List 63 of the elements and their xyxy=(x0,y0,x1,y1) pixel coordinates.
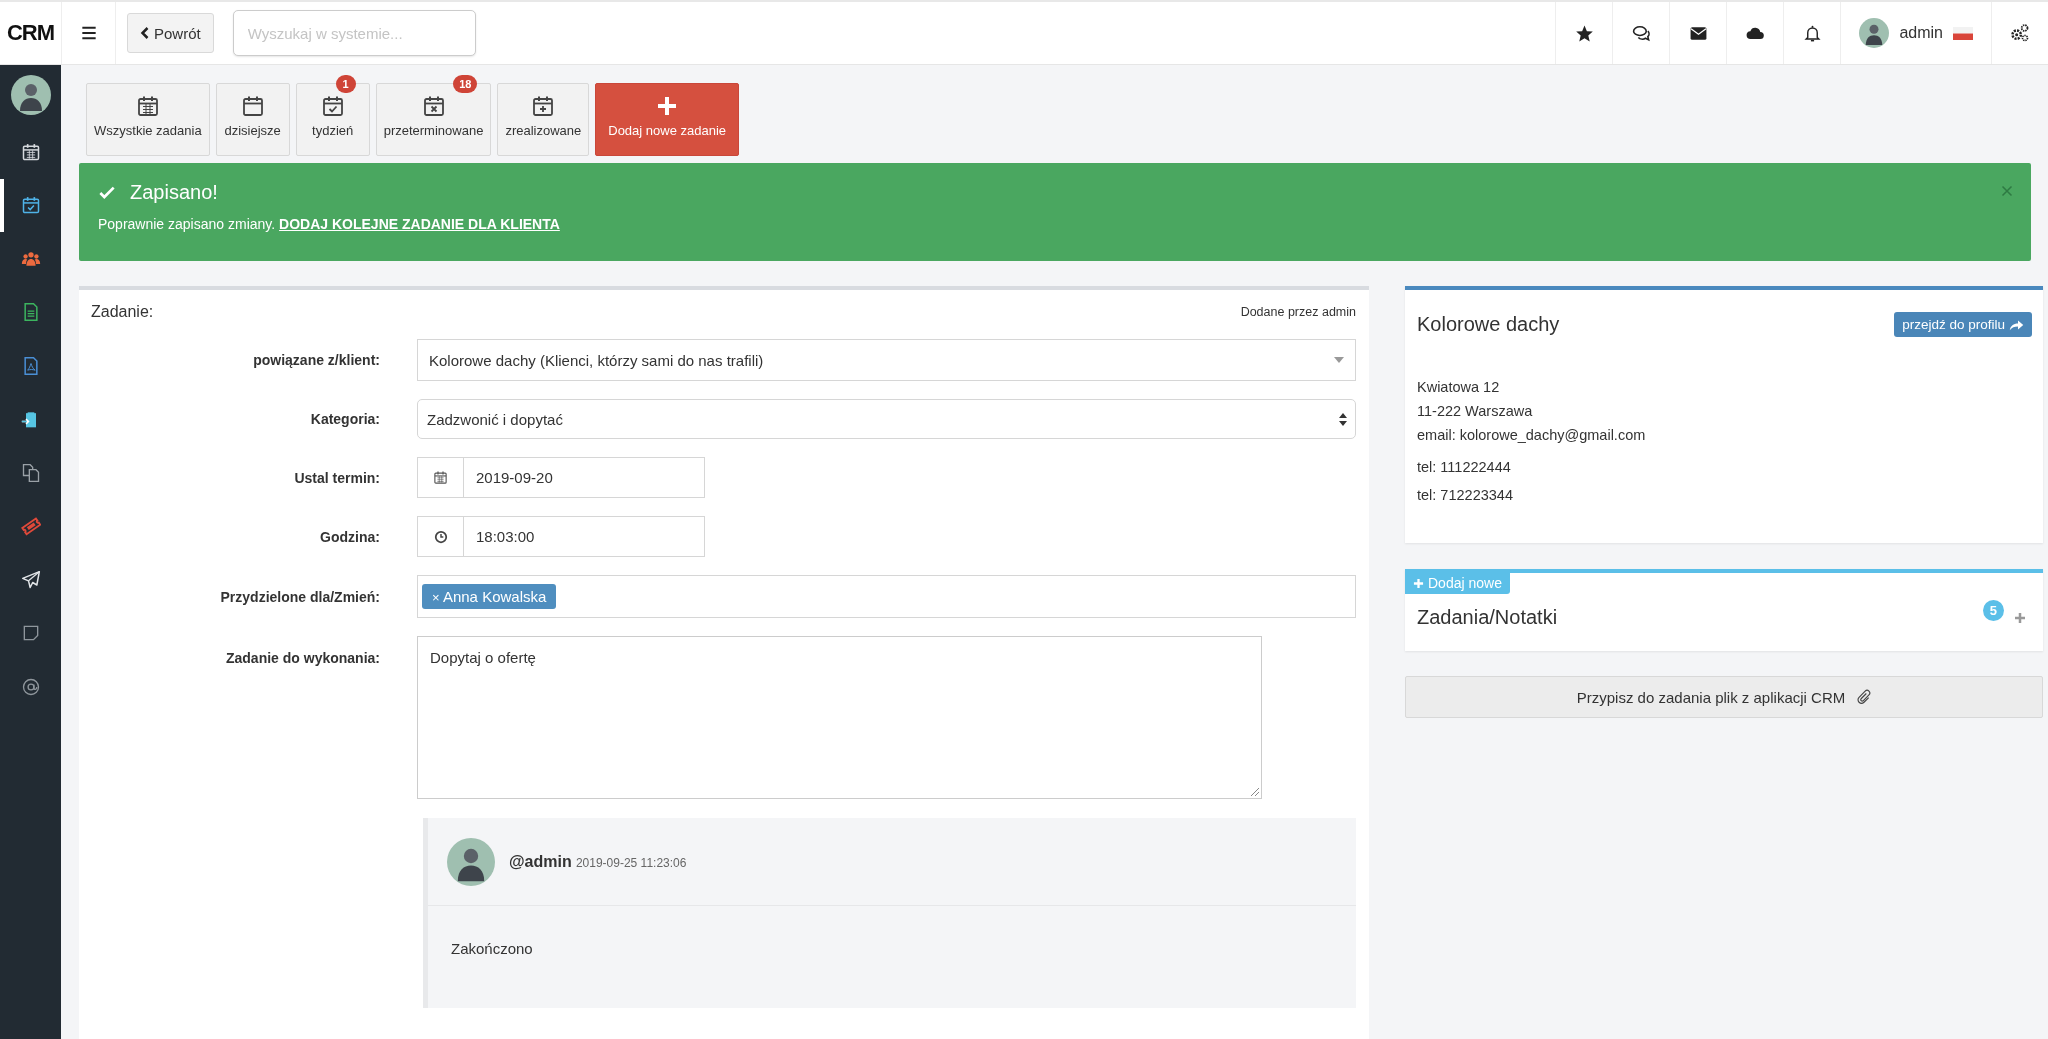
share-arrow-icon xyxy=(2009,318,2024,331)
calendar-icon xyxy=(135,94,160,118)
attach-file-button[interactable]: Przypisz do zadania plik z aplikacji CRM xyxy=(1405,676,2043,718)
field-label: Ustal termin: xyxy=(293,469,380,486)
paperclip-icon xyxy=(1857,689,1872,705)
avatar-icon xyxy=(447,837,495,886)
star-icon xyxy=(1574,23,1594,43)
search-field[interactable]: Wyszukaj w systemie... xyxy=(232,10,476,56)
notes-title: Zadania/Notatki xyxy=(1417,606,1558,629)
added-by-text: Dodane przez admin xyxy=(1240,305,1356,319)
calendar-cross-icon xyxy=(421,94,446,118)
filter-button[interactable]: zrealizowane xyxy=(497,83,590,156)
calendar-check-icon xyxy=(320,94,345,118)
notes-count-badge: 5 xyxy=(1982,599,2004,621)
back-button[interactable]: Powrót xyxy=(127,13,214,53)
avatar-icon xyxy=(1859,18,1890,48)
chevron-left-icon xyxy=(140,26,150,40)
calendar-icon xyxy=(240,94,265,118)
menu-icon xyxy=(79,25,98,41)
brand-logo: CRM xyxy=(0,2,62,64)
plus-icon xyxy=(2014,611,2026,624)
avatar-icon xyxy=(10,75,51,115)
field-label: Kategoria: xyxy=(309,411,380,427)
task-textarea[interactable]: Dopytaj o ofertę xyxy=(417,636,1262,799)
field-label: Przydzielone dla/Zmień: xyxy=(219,588,380,605)
address-line: Kwiatowa 12 xyxy=(1417,378,1501,397)
close-icon xyxy=(2001,185,2013,197)
caret-down-icon xyxy=(1334,357,1344,363)
comment-author: @admin xyxy=(509,852,572,870)
calendar-plus-icon xyxy=(531,94,556,118)
add-button[interactable] xyxy=(2014,611,2026,624)
alert-message: Poprawnie zapisano zmiany. DODAJ KOLEJNE ZADANIE DLA KLIENTA xyxy=(98,216,561,232)
field-label: powiązane z/klient: xyxy=(252,352,380,368)
filter-button[interactable]: dzisiejsze xyxy=(215,83,290,156)
client-name: Kolorowe dachy xyxy=(1417,313,1560,336)
bell-icon xyxy=(1802,23,1822,43)
up-down-arrows-icon xyxy=(1339,412,1347,426)
alert-title: Zapisano! xyxy=(130,181,218,204)
chat-icon xyxy=(1631,23,1651,43)
client-select[interactable]: Kolorowe dachy (Klienci, którzy sami do nas trafili) xyxy=(417,339,1356,381)
phone-number: tel: 712223344 xyxy=(1417,487,1514,503)
field-label: Zadanie do wykonania: xyxy=(224,649,380,666)
address-line: email: kolorowe_dachy@gmail.com xyxy=(1417,426,1647,445)
flag-icon xyxy=(1953,26,1973,40)
comment-time: 2019-09-25 11:23:06 xyxy=(575,855,687,870)
profile-button[interactable]: przejdź do profilu xyxy=(1894,312,2032,337)
address-line: 11-222 Warszawa xyxy=(1417,402,1534,421)
category-select[interactable]: Zadzwonić i dopytać xyxy=(417,399,1356,439)
phone-number: tel: 111222444 xyxy=(1417,459,1512,475)
user-menu[interactable]: admin xyxy=(1840,2,1991,64)
comment-text: Zakończono xyxy=(450,939,534,957)
count-badge: 18 xyxy=(453,75,478,93)
plus-icon xyxy=(1413,577,1424,589)
assignee-tag[interactable]: × Anna Kowalska xyxy=(422,584,557,609)
field-label: Godzina: xyxy=(319,528,380,545)
panel-title: Zadanie: xyxy=(91,303,154,321)
count-badge: 1 xyxy=(335,75,356,93)
check-icon xyxy=(98,184,116,201)
assignee-field[interactable]: × Anna Kowalska xyxy=(417,575,1356,618)
filter-button[interactable]: Wszystkie zadania xyxy=(86,83,210,156)
gears-icon xyxy=(2010,23,2030,43)
resize-handle-icon xyxy=(1251,788,1259,796)
add-task-button[interactable]: Dodaj nowe zadanie xyxy=(595,83,740,156)
